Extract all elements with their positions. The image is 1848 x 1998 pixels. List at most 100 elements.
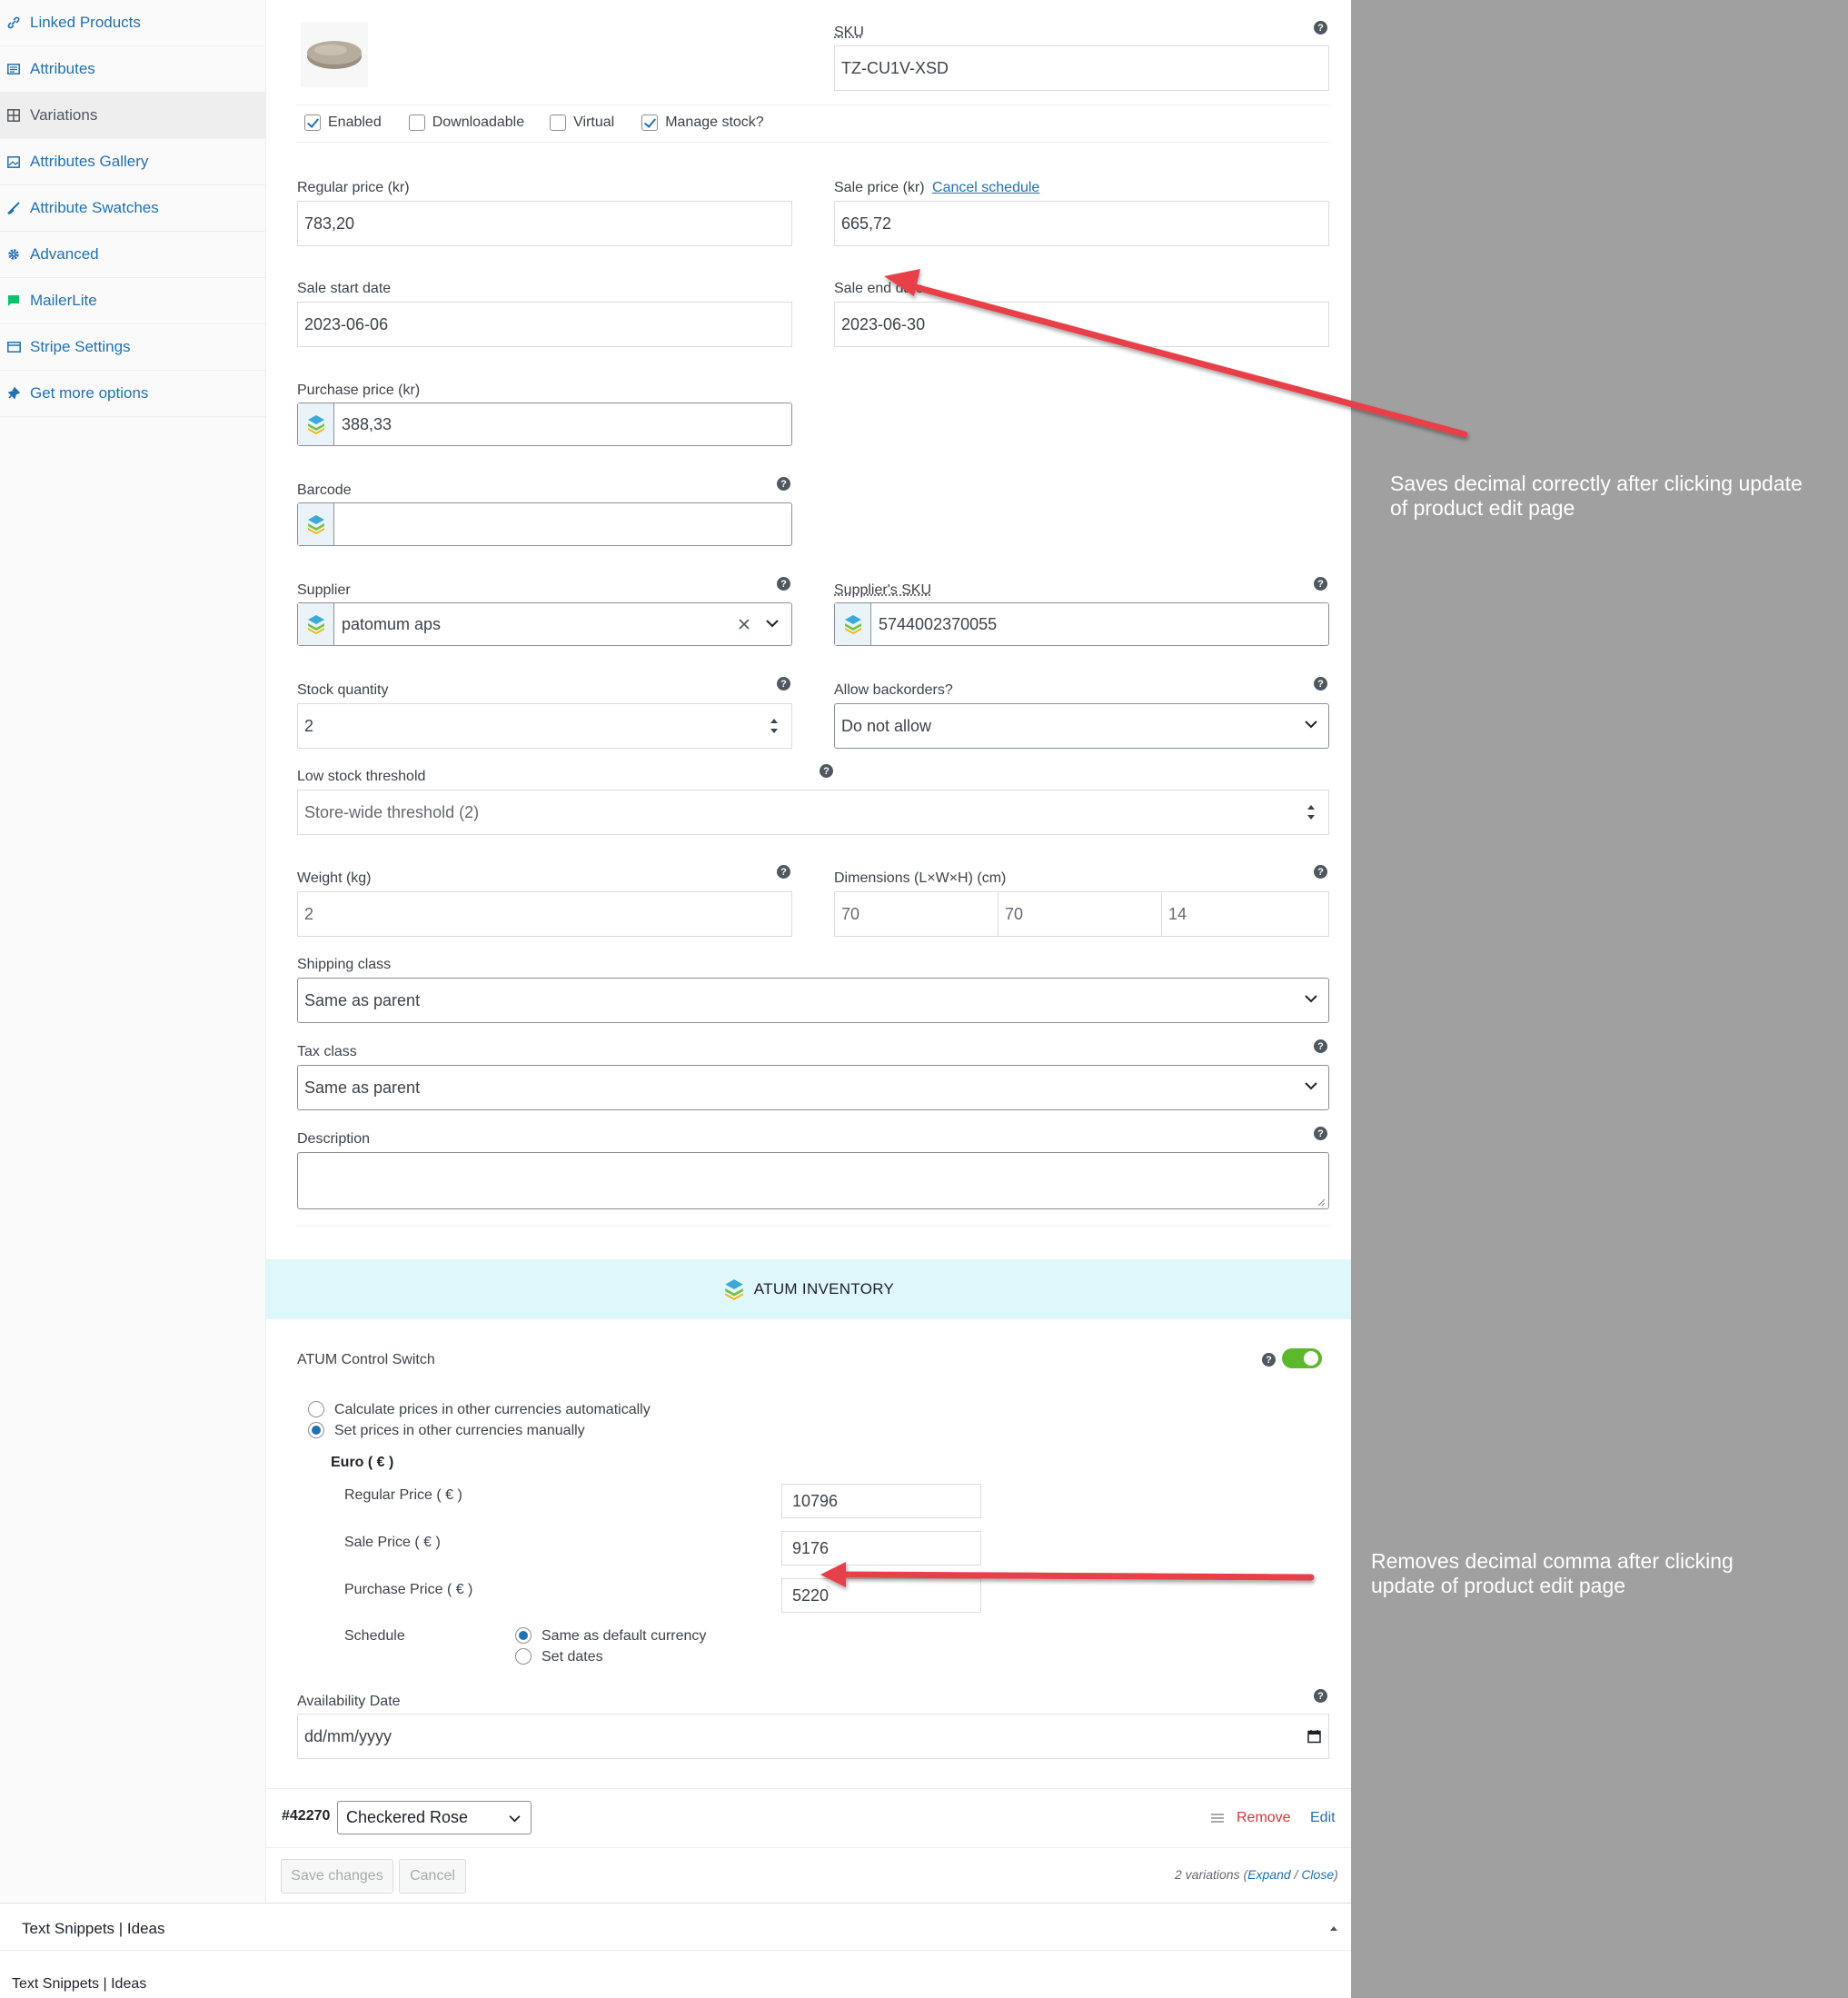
low-stock-input[interactable]: Store-wide threshold (2) — [297, 790, 1329, 835]
weight-input[interactable]: 2 — [297, 891, 792, 937]
help-icon[interactable]: ? — [1314, 1039, 1327, 1053]
low-stock-placeholder: Store-wide threshold (2) — [304, 802, 480, 821]
variation-id: #42270 — [282, 1808, 331, 1824]
sidebar-item-linked-products[interactable]: Linked Products — [0, 0, 266, 46]
width-input[interactable]: 70 — [998, 891, 1162, 937]
description-textarea[interactable] — [297, 1152, 1329, 1209]
purchase-price-label: Purchase price (kr) — [297, 383, 421, 398]
clear-icon[interactable] — [738, 618, 750, 631]
edit-variation-link[interactable]: Edit — [1310, 1810, 1336, 1826]
atum-control-toggle[interactable] — [1282, 1348, 1322, 1368]
barcode-input[interactable] — [297, 502, 792, 546]
spinner-icon[interactable] — [770, 715, 779, 737]
help-icon[interactable]: ? — [1314, 21, 1327, 35]
backorders-select[interactable]: Do not allow — [834, 703, 1329, 749]
drag-handle-icon[interactable] — [1210, 1813, 1225, 1824]
purchase-price-input[interactable]: 388,33 — [297, 403, 792, 446]
height-value: 14 — [1168, 904, 1187, 923]
supplier-sku-input[interactable]: 5744002370055 — [834, 602, 1329, 646]
sidebar-item-attributes[interactable]: Attributes — [0, 46, 266, 93]
gear-icon — [6, 247, 21, 262]
manage-stock-checkbox[interactable] — [641, 114, 659, 131]
chevron-down-icon — [766, 620, 779, 628]
sale-end-input[interactable]: 2023-06-30 — [834, 302, 1329, 347]
description-label: Description — [297, 1131, 371, 1147]
help-icon[interactable]: ? — [777, 677, 790, 691]
cancel-button[interactable]: Cancel — [399, 1859, 466, 1894]
help-icon[interactable]: ? — [1314, 1689, 1327, 1703]
shipping-class-select[interactable]: Same as parent — [297, 978, 1329, 1023]
close-link[interactable]: Close — [1301, 1867, 1334, 1882]
help-icon[interactable]: ? — [777, 477, 790, 491]
variation-attribute-value: Checkered Rose — [346, 1808, 469, 1826]
help-icon[interactable]: ? — [1314, 577, 1327, 591]
collapse-arrow-icon[interactable] — [1329, 1925, 1338, 1932]
plugin-icon — [6, 386, 21, 401]
virtual-checkbox[interactable] — [550, 114, 567, 131]
expand-link[interactable]: Expand — [1247, 1867, 1290, 1882]
length-input[interactable]: 70 — [834, 891, 999, 937]
cancel-schedule-link[interactable]: Cancel schedule — [932, 180, 1039, 195]
help-icon[interactable]: ? — [1314, 865, 1327, 879]
sale-price-label-text: Sale price (kr) — [834, 180, 925, 195]
annotation-note-bottom-line2: update of product edit page — [1371, 1574, 1626, 1597]
save-changes-button[interactable]: Save changes — [281, 1859, 393, 1894]
spinner-icon[interactable] — [1307, 801, 1316, 823]
sidebar-item-label: Attribute Swatches — [30, 199, 159, 216]
help-icon[interactable]: ? — [1314, 1127, 1327, 1140]
atum-inventory-title: ATUM INVENTORY — [753, 1280, 895, 1297]
sale-price-input[interactable]: 665,72 — [834, 201, 1329, 246]
currency-title: Euro ( € ) — [331, 1455, 394, 1470]
sidebar-item-attribute-swatches[interactable]: Attribute Swatches — [0, 185, 266, 232]
sale-start-input[interactable]: 2023-06-06 — [297, 302, 792, 347]
sidebar-item-mailerlite[interactable]: MailerLite — [0, 278, 266, 324]
product-data-tabs: Linked Products Attributes Variations At… — [0, 0, 266, 1902]
brush-icon — [6, 201, 21, 215]
enabled-checkbox[interactable] — [304, 114, 321, 131]
tax-class-select[interactable]: Same as parent — [297, 1065, 1329, 1110]
help-icon[interactable]: ? — [820, 764, 833, 778]
atum-logo-icon — [307, 515, 324, 534]
sidebar-item-get-more-options[interactable]: Get more options — [0, 371, 266, 417]
euro-regular-price-input[interactable]: 10796 — [781, 1484, 981, 1518]
supplier-select[interactable]: patomum aps — [297, 602, 792, 646]
help-icon[interactable]: ? — [777, 865, 790, 879]
sidebar-item-advanced[interactable]: Advanced — [0, 232, 266, 278]
annotation-note-top: Saves decimal correctly after clicking u… — [1390, 472, 1803, 521]
schedule-same-radio[interactable] — [515, 1627, 532, 1644]
sidebar-item-variations[interactable]: Variations — [0, 93, 266, 139]
euro-purchase-price-input[interactable]: 5220 — [781, 1578, 981, 1613]
downloadable-checkbox[interactable] — [408, 114, 425, 131]
availability-date-input[interactable]: dd/mm/yyyy — [297, 1714, 1329, 1759]
sku-input[interactable]: TZ-CU1V-XSD — [834, 45, 1329, 91]
availability-date-placeholder: dd/mm/yyyy — [304, 1726, 392, 1745]
sidebar-item-stripe-settings[interactable]: Stripe Settings — [0, 324, 266, 371]
set-prices-manually-radio[interactable] — [308, 1422, 324, 1438]
regular-price-input[interactable]: 783,20 — [297, 201, 792, 246]
text-snippets-metabox: Text Snippets | Ideas Text Snippets | Id… — [0, 1903, 1351, 1998]
divider — [296, 1226, 1329, 1227]
euro-regular-price-label: Regular Price ( € ) — [344, 1487, 462, 1503]
list-icon — [6, 62, 21, 76]
text-snippets-title: Text Snippets | Ideas — [22, 1920, 165, 1937]
resize-handle-icon[interactable] — [1316, 1198, 1326, 1207]
divider — [266, 1788, 1351, 1789]
sidebar-item-label: Attributes Gallery — [30, 153, 149, 170]
euro-sale-price-input[interactable]: 9176 — [781, 1531, 981, 1566]
chevron-down-icon — [1305, 721, 1317, 729]
variation-image[interactable] — [301, 22, 368, 87]
help-icon[interactable]: ? — [1314, 677, 1327, 691]
remove-variation-link[interactable]: Remove — [1237, 1810, 1291, 1826]
low-stock-label: Low stock threshold — [297, 769, 426, 784]
regular-price-label: Regular price (kr) — [297, 180, 410, 195]
sidebar-item-attributes-gallery[interactable]: Attributes Gallery — [0, 139, 266, 185]
schedule-dates-radio[interactable] — [515, 1648, 532, 1665]
help-icon[interactable]: ? — [777, 577, 790, 591]
help-icon[interactable]: ? — [1262, 1353, 1276, 1367]
stock-quantity-input[interactable]: 2 — [297, 703, 792, 749]
divider — [296, 142, 1329, 143]
variation-attribute-select[interactable]: Checkered Rose — [337, 1801, 532, 1834]
calculate-prices-radio[interactable] — [308, 1401, 324, 1417]
calendar-icon[interactable] — [1307, 1729, 1321, 1744]
height-input[interactable]: 14 — [1161, 891, 1329, 937]
